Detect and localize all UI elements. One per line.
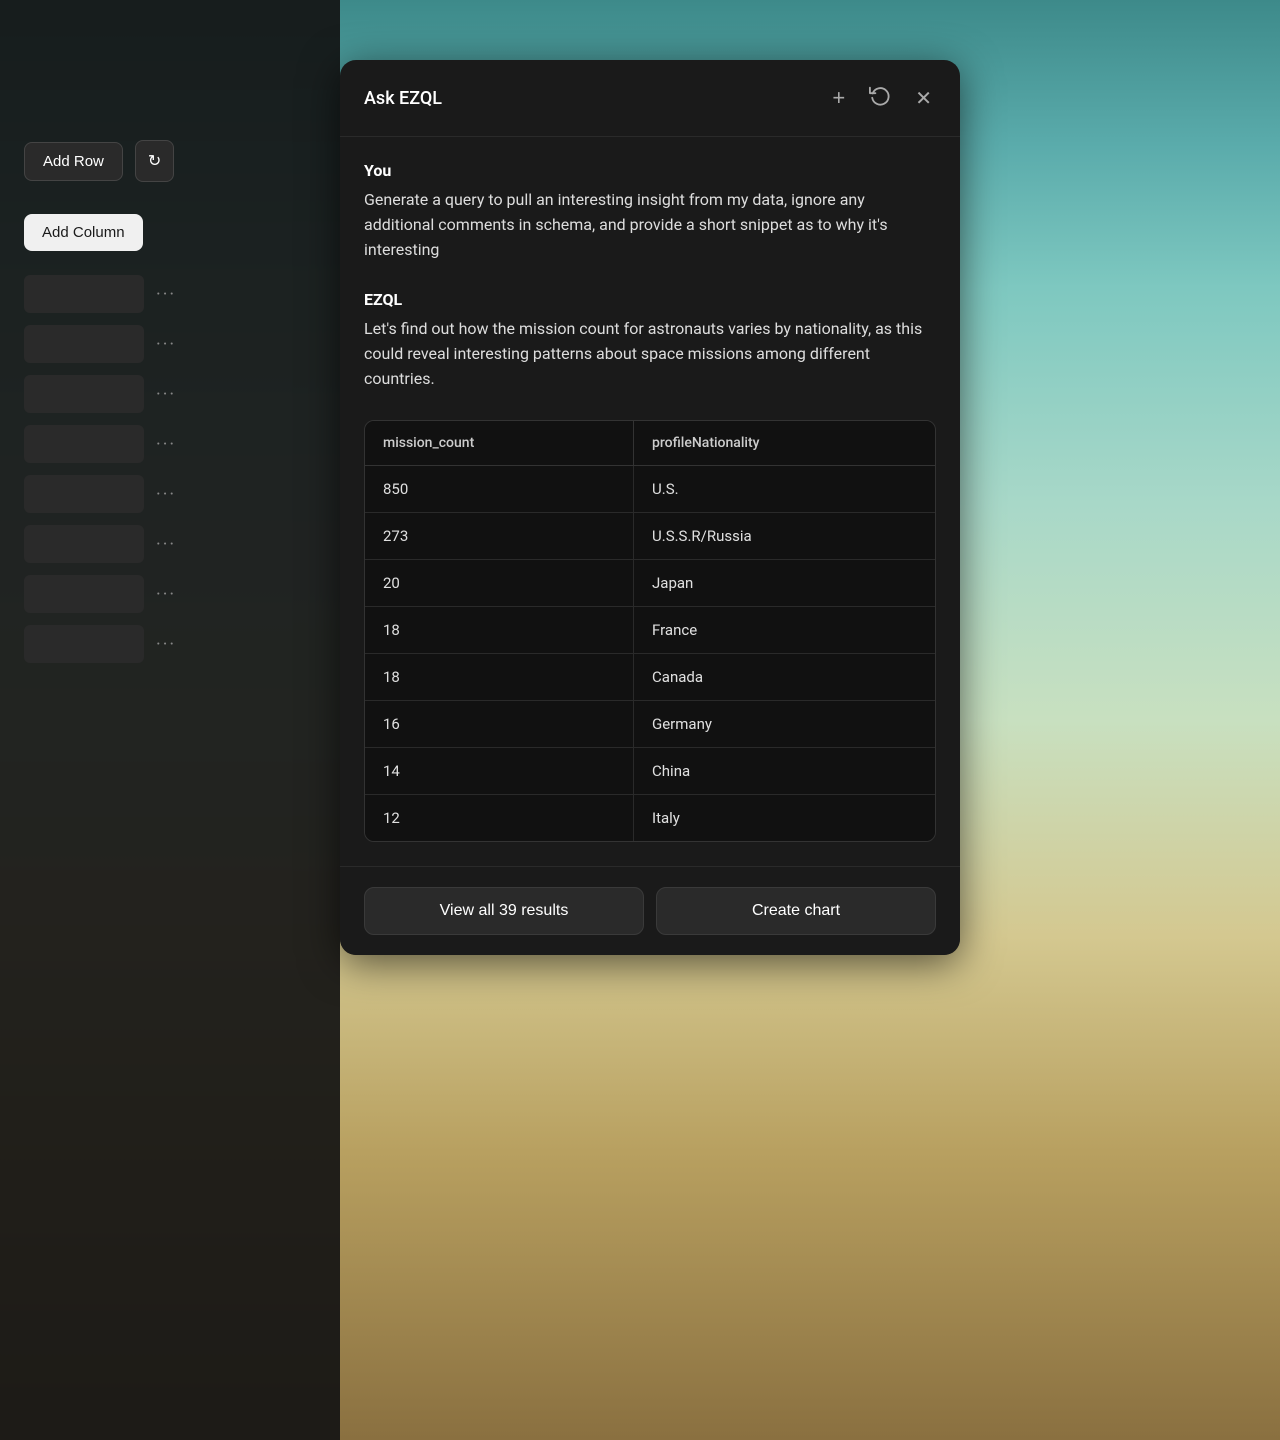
list-item: ··· [24,325,316,363]
table-row: 12Italy [365,795,935,841]
table-row: 18France [365,607,935,654]
cell-nationality: Japan [634,560,935,607]
sidebar-panel: Add Row ↻ Add Column ··· ··· ··· ··· ···… [0,0,340,1440]
row-menu-dots[interactable]: ··· [156,334,176,355]
cell-nationality: France [634,607,935,654]
table-row: 18Canada [365,654,935,701]
add-column-button[interactable]: Add Column [24,214,143,251]
table-row: 850U.S. [365,466,935,513]
create-chart-button[interactable]: Create chart [656,887,936,935]
row-menu-dots[interactable]: ··· [156,584,176,605]
list-item: ··· [24,425,316,463]
table-row: 273U.S.S.R/Russia [365,513,935,560]
table-row: 14China [365,748,935,795]
list-item: ··· [24,625,316,663]
ai-sender-label: EZQL [364,290,936,309]
row-menu-dots[interactable]: ··· [156,434,176,455]
history-button[interactable] [865,80,895,116]
chat-title: Ask EZQL [364,88,442,109]
cell-mission-count: 12 [365,795,634,841]
refresh-icon: ↻ [148,151,161,171]
list-item: ··· [24,375,316,413]
row-menu-dots[interactable]: ··· [156,634,176,655]
row-cell [24,625,144,663]
ai-message-block: EZQL Let's find out how the mission coun… [364,290,936,391]
row-menu-dots[interactable]: ··· [156,484,176,505]
user-sender-label: You [364,161,936,180]
table-header-row: mission_count profileNationality [365,421,935,466]
results-table: mission_count profileNationality 850U.S.… [364,420,936,842]
header-actions: + ✕ [828,80,936,116]
chat-footer: View all 39 results Create chart [340,866,960,955]
user-message-text: Generate a query to pull an interesting … [364,188,936,262]
table-row: 20Japan [365,560,935,607]
cell-mission-count: 18 [365,654,634,701]
list-item: ··· [24,475,316,513]
column-header-mission-count: mission_count [365,421,634,466]
row-menu-dots[interactable]: ··· [156,284,176,305]
cell-mission-count: 14 [365,748,634,795]
row-cell [24,425,144,463]
add-row-button[interactable]: Add Row [24,142,123,181]
row-menu-dots[interactable]: ··· [156,534,176,555]
cell-mission-count: 850 [365,466,634,513]
cell-nationality: Italy [634,795,935,841]
row-cell [24,525,144,563]
row-cell [24,325,144,363]
close-button[interactable]: ✕ [911,82,936,115]
close-icon: ✕ [915,86,932,111]
cell-nationality: China [634,748,935,795]
list-item: ··· [24,575,316,613]
row-cell [24,275,144,313]
sidebar-toolbar: Add Row ↻ [24,140,316,182]
row-cell [24,475,144,513]
list-item: ··· [24,275,316,313]
chat-panel: Ask EZQL + ✕ You Generate a query [340,60,960,955]
history-icon [869,84,891,112]
view-all-button[interactable]: View all 39 results [364,887,644,935]
row-list: ··· ··· ··· ··· ··· ··· ··· ··· [24,275,316,663]
new-chat-button[interactable]: + [828,81,849,115]
user-message-block: You Generate a query to pull an interest… [364,161,936,262]
cell-mission-count: 16 [365,701,634,748]
plus-icon: + [832,85,845,111]
cell-mission-count: 20 [365,560,634,607]
refresh-button[interactable]: ↻ [135,140,174,182]
cell-mission-count: 18 [365,607,634,654]
table-row: 16Germany [365,701,935,748]
list-item: ··· [24,525,316,563]
cell-nationality: U.S. [634,466,935,513]
chat-header: Ask EZQL + ✕ [340,60,960,137]
chat-body: You Generate a query to pull an interest… [340,137,960,866]
column-header-nationality: profileNationality [634,421,935,466]
row-menu-dots[interactable]: ··· [156,384,176,405]
row-cell [24,575,144,613]
cell-nationality: Canada [634,654,935,701]
ai-message-text: Let's find out how the mission count for… [364,317,936,391]
cell-nationality: Germany [634,701,935,748]
cell-nationality: U.S.S.R/Russia [634,513,935,560]
row-cell [24,375,144,413]
cell-mission-count: 273 [365,513,634,560]
